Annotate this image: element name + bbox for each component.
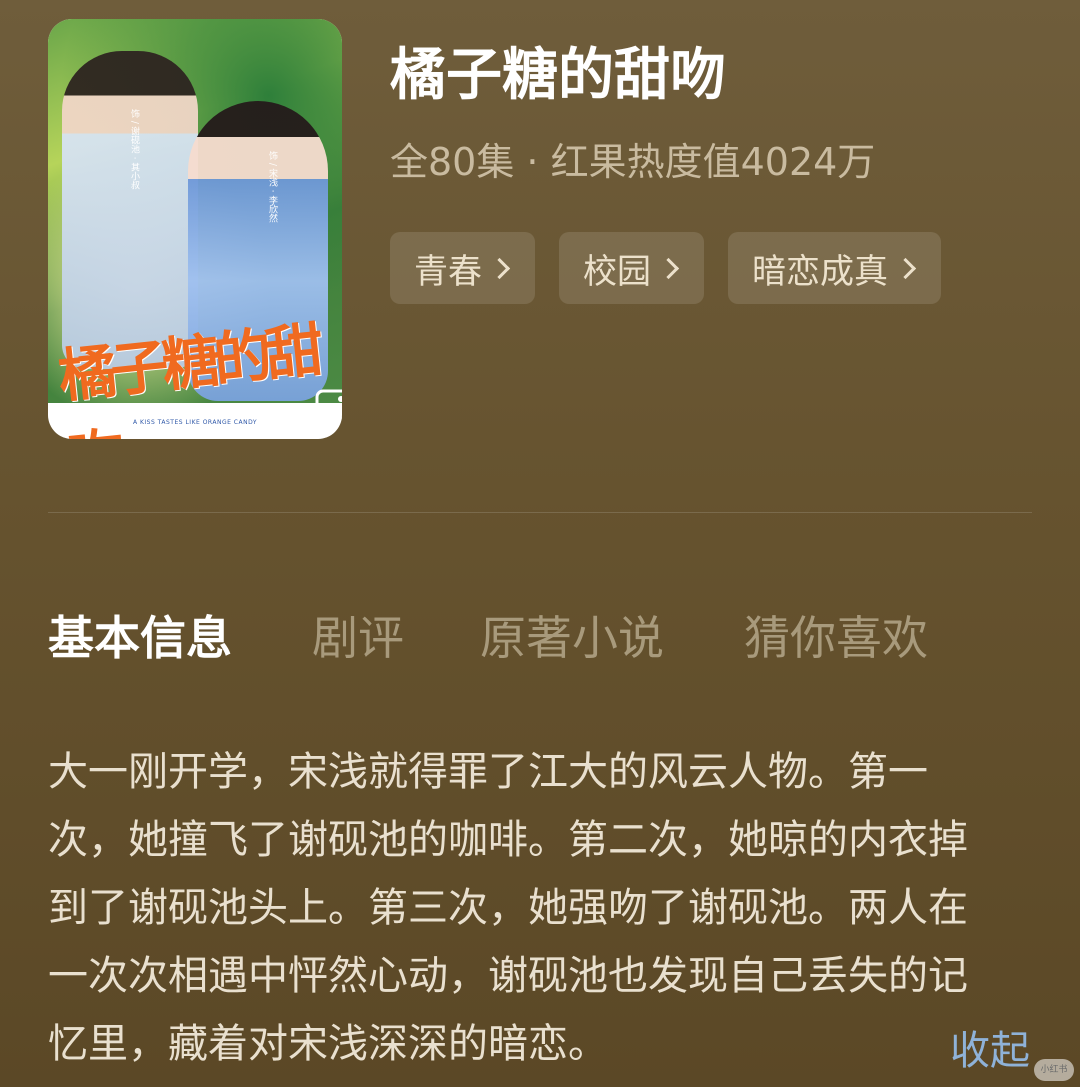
synopsis-line: 次，她撞飞了谢砚池的咖啡。第二次，她晾的内衣掉 (48, 817, 968, 863)
platform-watermark: 小红书 (1034, 1059, 1074, 1081)
poster-cast-credit-right: 饰 / 宋浅 · 李欣然 (267, 151, 277, 223)
synopsis-line: 一次次相遇中怦然心动，谢砚池也发现自己丢失的记 (48, 953, 968, 999)
tab-basic-info[interactable]: 基本信息 (48, 602, 312, 668)
tag-label: 校园 (583, 251, 651, 292)
tag-label: 暗恋成真 (752, 251, 888, 292)
collapse-link[interactable]: 收起 (950, 1018, 1030, 1076)
synopsis: 大一刚开学，宋浅就得罪了江大的风云人物。第一 次，她撞飞了谢砚池的咖啡。第二次，… (48, 738, 1028, 1078)
poster-english-caption: A KISS TASTES LIKE ORANGE CANDY (132, 419, 258, 426)
episode-and-heat-info: 全80集 · 红果热度值4024万 (390, 140, 876, 184)
image-icon[interactable] (314, 385, 342, 425)
genre-tag-list: 青春 校园 暗恋成真 (390, 232, 941, 304)
chevron-right-icon (894, 257, 917, 279)
tag-label: 青春 (414, 251, 482, 292)
synopsis-line: 到了谢砚池头上。第三次，她强吻了谢砚池。两人在 (48, 885, 968, 931)
drama-poster[interactable]: 饰 / 谢砚池 · 其小叔 饰 / 宋浅 · 李欣然 橘子糖的甜吻 A KISS… (48, 19, 342, 439)
poster-cast-credit-left: 饰 / 谢砚池 · 其小叔 (129, 109, 139, 190)
synopsis-line: 忆里，藏着对宋浅深深的暗恋。 (48, 1021, 608, 1067)
tab-recommendations[interactable]: 猜你喜欢 (744, 602, 928, 668)
tag-campus[interactable]: 校园 (559, 232, 704, 304)
synopsis-line: 大一刚开学，宋浅就得罪了江大的风云人物。第一 (48, 749, 928, 795)
section-divider (48, 512, 1032, 513)
drama-title: 橘子糖的甜吻 (390, 43, 726, 108)
tag-secret-crush[interactable]: 暗恋成真 (728, 232, 941, 304)
chevron-right-icon (657, 257, 680, 279)
tab-original-novel[interactable]: 原著小说 (480, 602, 744, 668)
chevron-right-icon (488, 257, 511, 279)
tab-reviews[interactable]: 剧评 (312, 602, 480, 668)
detail-tabs: 基本信息 剧评 原著小说 猜你喜欢 (48, 602, 928, 668)
tag-youth[interactable]: 青春 (390, 232, 535, 304)
